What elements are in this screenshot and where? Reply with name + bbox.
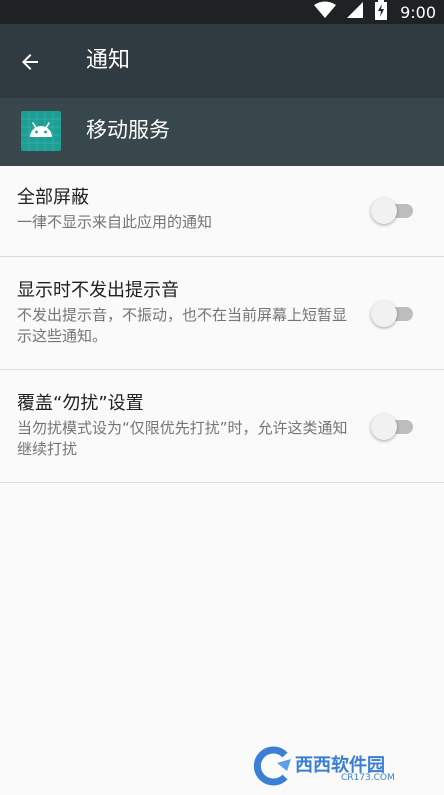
page-title: 通知 — [86, 48, 131, 73]
watermark-c-icon — [253, 746, 291, 786]
app-bar: 通知 — [0, 24, 444, 98]
battery-charging-icon — [374, 0, 388, 24]
setting-text: 显示时不发出提示音 不发出提示音，不振动，也不在当前屏幕上短暂显示这些通知。 — [17, 279, 352, 347]
toggle-thumb — [371, 414, 397, 440]
status-time: 9:00 — [400, 2, 436, 22]
watermark-sub: CR173.COM — [341, 773, 395, 783]
wifi-icon — [314, 1, 337, 23]
setting-title: 全部屏蔽 — [17, 187, 89, 208]
watermark-logo: 西西软件园 CR173.COM — [245, 745, 425, 787]
settings-list: 全部屏蔽 一律不显示来自此应用的通知 显示时不发出提示音 不发出提示音，不振动，… — [0, 166, 444, 483]
toggle-thumb — [371, 198, 397, 224]
setting-summary: 一律不显示来自此应用的通知 — [17, 213, 213, 231]
app-name: 移动服务 — [86, 118, 170, 142]
android-icon — [30, 122, 52, 137]
status-bar: 9:00 — [0, 0, 444, 24]
back-button[interactable] — [12, 44, 48, 80]
app-header: 移动服务 — [0, 98, 444, 166]
app-icon — [21, 111, 61, 151]
setting-text: 覆盖“勿扰”设置 当勿扰模式设为“仅限优先打扰”时，允许这类通知继续打扰 — [17, 392, 352, 460]
override-dnd-toggle[interactable] — [371, 414, 415, 440]
setting-summary: 当勿扰模式设为“仅限优先打扰”时，允许这类通知继续打扰 — [17, 419, 348, 458]
signal-icon — [346, 1, 364, 23]
setting-summary: 不发出提示音，不振动，也不在当前屏幕上短暂显示这些通知。 — [17, 306, 348, 345]
setting-silent[interactable]: 显示时不发出提示音 不发出提示音，不振动，也不在当前屏幕上短暂显示这些通知。 — [0, 257, 444, 370]
block-all-toggle[interactable] — [371, 198, 415, 224]
silent-toggle[interactable] — [371, 301, 415, 327]
setting-override-dnd[interactable]: 覆盖“勿扰”设置 当勿扰模式设为“仅限优先打扰”时，允许这类通知继续打扰 — [0, 370, 444, 483]
setting-title: 显示时不发出提示音 — [17, 280, 179, 301]
status-icons: 9:00 — [314, 0, 436, 24]
setting-block-all[interactable]: 全部屏蔽 一律不显示来自此应用的通知 — [0, 166, 444, 257]
arrow-back-icon — [22, 54, 38, 70]
toggle-thumb — [371, 301, 397, 327]
setting-title: 覆盖“勿扰”设置 — [17, 393, 144, 414]
setting-text: 全部屏蔽 一律不显示来自此应用的通知 — [17, 186, 352, 233]
